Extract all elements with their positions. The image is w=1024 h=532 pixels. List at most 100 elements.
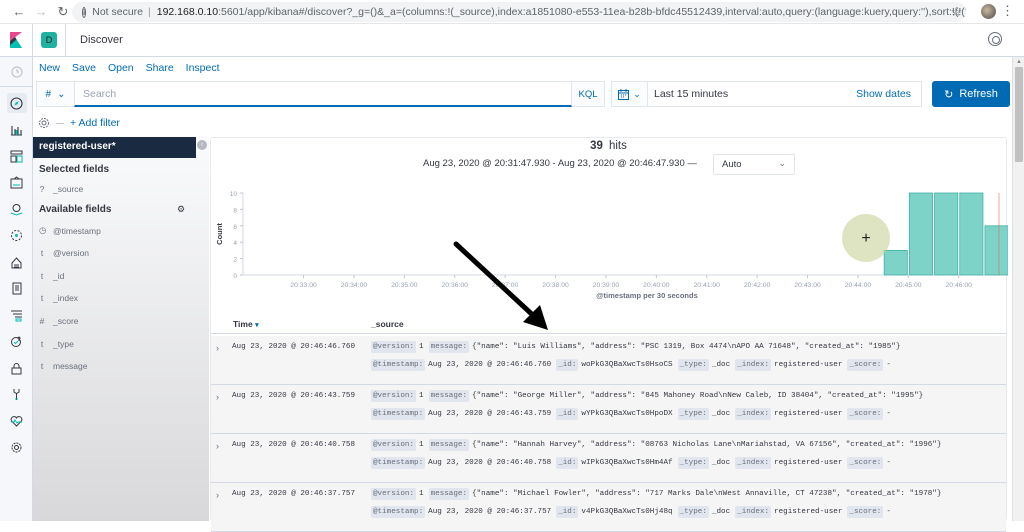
expand-row-icon[interactable]: › (216, 441, 219, 451)
new-link[interactable]: New (39, 62, 60, 74)
hash-icon: # (45, 88, 52, 100)
browser-menu-icon[interactable]: ⋮ (1001, 3, 1014, 19)
time-column-header[interactable]: Time ▾ (233, 319, 259, 329)
nav-recently-viewed[interactable] (0, 57, 33, 87)
y-axis-label: Count (215, 223, 224, 245)
nav-monitoring[interactable] (0, 408, 33, 435)
apm-icon (7, 305, 27, 325)
field-value: _doc (711, 459, 731, 467)
open-link[interactable]: Open (108, 62, 134, 74)
nav-siem[interactable] (0, 355, 33, 382)
filter-settings-gear-icon[interactable] (38, 117, 50, 129)
table-row[interactable]: › Aug 23, 2020 @ 20:46:37.757 @version: 1 me… (211, 483, 1006, 532)
source-line-1: @version: 1 message: {"name": "Luis William… (371, 341, 905, 353)
field-item[interactable]: t @version (39, 248, 89, 258)
gear-icon (7, 438, 27, 458)
canvas-icon (7, 173, 27, 193)
interval-select[interactable]: Auto ⌄ (713, 154, 795, 175)
field-value: _doc (711, 410, 731, 418)
histogram-chart[interactable]: 0 2 4 6 8 10 Count 20:33:00 20:34:00 20:35:00 20:3… (211, 186, 1008, 306)
chevron-down-icon: ⌄ (57, 88, 66, 100)
field-key: @timestamp: (371, 457, 426, 469)
field-item[interactable]: t message (39, 361, 88, 371)
nav-dev-tools[interactable] (0, 382, 33, 409)
y-tick-label: 6 (233, 224, 237, 231)
field-item[interactable]: ? _source (39, 184, 84, 194)
info-icon[interactable]: i (82, 6, 87, 18)
table-row[interactable]: › Aug 23, 2020 @ 20:46:40.758 @version: 1 me… (211, 434, 1006, 483)
expand-row-icon[interactable]: › (216, 490, 219, 500)
nav-apm[interactable] (0, 302, 33, 329)
field-value: wIPkG3QBaXwcTs0Hm4Af (581, 459, 673, 467)
histogram-bar (908, 192, 933, 276)
date-range-display[interactable]: Last 15 minutes Show dates (648, 82, 921, 106)
kql-toggle[interactable]: KQL (572, 81, 605, 107)
kibana-logo[interactable] (0, 23, 33, 57)
field-item[interactable]: ◷ @timestamp (39, 225, 101, 236)
field-type-icon: t (40, 361, 44, 371)
nav-canvas[interactable] (0, 170, 33, 197)
scrollbar-thumb[interactable] (1015, 67, 1023, 162)
show-dates-link[interactable]: Show dates (856, 88, 911, 100)
refresh-button[interactable]: ↻ Refresh (932, 81, 1010, 107)
query-bar: # ⌄ Search KQL ⌄ Last 15 minutes Show da… (36, 81, 1012, 107)
reload-button[interactable]: ↻ (52, 4, 74, 20)
field-item[interactable]: # _score (39, 316, 79, 326)
bookmark-star-icon[interactable]: ☆ (950, 4, 962, 20)
sort-down-icon[interactable]: ▾ (255, 322, 259, 329)
x-tick-label: 20:46:00 (946, 282, 973, 289)
row-time: Aug 23, 2020 @ 20:46:37.757 (232, 490, 356, 498)
side-nav (0, 57, 33, 521)
saved-query-button[interactable]: # ⌄ (36, 81, 74, 107)
field-value: {"name": "Luis Williams", "address": "PS… (472, 343, 901, 351)
space-avatar[interactable]: D (41, 32, 57, 48)
field-key: @timestamp: (371, 506, 426, 518)
table-row[interactable]: › Aug 23, 2020 @ 20:46:43.759 @version: 1 me… (211, 385, 1006, 434)
share-link[interactable]: Share (146, 62, 174, 74)
quick-select-button[interactable]: ⌄ (612, 82, 648, 106)
nav-infrastructure[interactable] (0, 249, 33, 276)
field-key: @timestamp: (371, 359, 426, 371)
nav-visualize[interactable] (0, 117, 33, 144)
field-key: @timestamp: (371, 408, 426, 420)
x-tick-label: 20:44:00 (845, 282, 872, 289)
row-time: Aug 23, 2020 @ 20:46:43.759 (232, 392, 356, 400)
table-row[interactable]: › Aug 23, 2020 @ 20:46:46.760 @version: 1 me… (211, 336, 1006, 385)
address-bar[interactable]: i Not secure | 192.168.0.10:5601/app/kib… (72, 2, 966, 22)
back-button[interactable]: ← (8, 4, 30, 19)
expand-row-icon[interactable]: › (216, 343, 219, 353)
profile-avatar[interactable] (981, 4, 996, 19)
add-filter-button[interactable]: + Add filter (70, 117, 120, 129)
search-input[interactable]: Search (74, 81, 572, 107)
y-tick-label: 8 (233, 207, 237, 214)
collapse-sidebar-icon[interactable]: ‹ (197, 140, 207, 150)
chevron-down-icon: ⌄ (633, 88, 641, 99)
nav-management[interactable] (0, 435, 33, 462)
field-value: Aug 23, 2020 @ 20:46:40.758 (428, 459, 552, 467)
inspect-link[interactable]: Inspect (186, 62, 220, 74)
index-pattern-selector[interactable]: registered-user* (33, 137, 196, 158)
nav-uptime[interactable] (0, 329, 33, 356)
nav-dashboard[interactable] (0, 143, 33, 170)
nav-ml[interactable] (0, 223, 33, 250)
expand-row-icon[interactable]: › (216, 392, 219, 402)
field-settings-gear-icon[interactable]: ⚙ (177, 204, 185, 215)
field-value: v4PkG3QBaXwcTs0Hj48q (581, 508, 673, 516)
forward-button[interactable]: → (30, 4, 52, 19)
nav-discover[interactable] (0, 90, 33, 117)
field-item[interactable]: t _index (39, 293, 78, 303)
save-link[interactable]: Save (72, 62, 96, 74)
page-scrollbar[interactable]: ▲ (1012, 57, 1024, 521)
field-value: Aug 23, 2020 @ 20:46:37.757 (428, 508, 552, 516)
nav-maps[interactable] (0, 196, 33, 223)
help-icon[interactable] (988, 32, 1002, 46)
field-item[interactable]: t _id (39, 271, 65, 281)
histogram-bar (883, 250, 908, 276)
field-item[interactable]: t _type (39, 339, 74, 349)
row-time: Aug 23, 2020 @ 20:46:46.760 (232, 343, 356, 351)
nav-logs[interactable] (0, 276, 33, 303)
refresh-label: Refresh (959, 88, 998, 100)
x-tick-label: 20:43:00 (794, 282, 821, 289)
kibana-header: D Discover (0, 23, 1024, 57)
scroll-up-icon[interactable]: ▲ (1016, 59, 1022, 65)
